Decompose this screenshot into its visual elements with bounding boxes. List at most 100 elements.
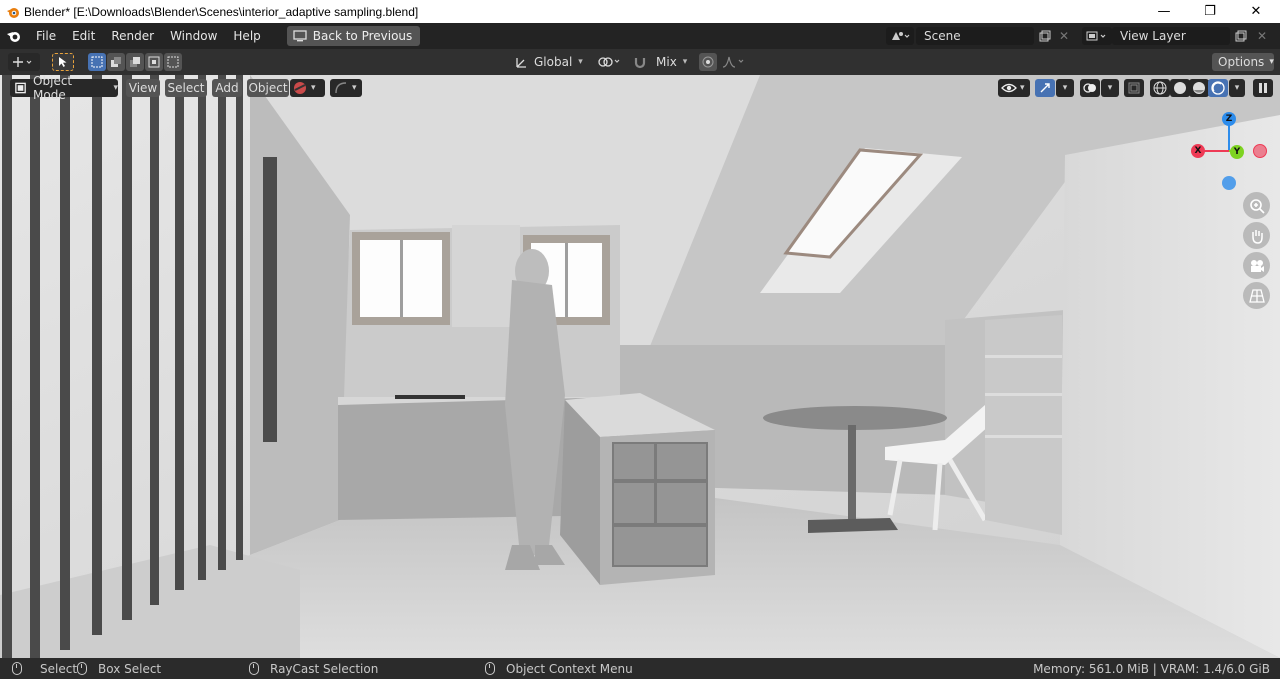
back-to-previous-button[interactable]: Back to Previous (286, 26, 421, 46)
gizmo-neg-z-axis[interactable] (1222, 176, 1236, 190)
visibility-dropdown[interactable]: ▾ (998, 79, 1030, 97)
back-screen-icon (293, 30, 307, 42)
mode-dropdown[interactable]: Object Mode ▾ (10, 74, 118, 102)
solid-shading-icon[interactable] (1170, 79, 1190, 97)
shading-options-chevron-icon[interactable]: ▾ (1229, 79, 1245, 97)
pan-hand-icon[interactable] (1243, 222, 1270, 249)
status-select-label: Select (40, 661, 78, 676)
status-bar: Select Box Select RayCast Selection Obje… (0, 658, 1280, 679)
chevron-down-icon: ▾ (311, 83, 316, 93)
status-box-select: Box Select (77, 662, 161, 676)
material-sphere-icon (294, 82, 306, 94)
gizmo-curve-dropdown[interactable]: ▾ (330, 79, 362, 97)
options-dropdown[interactable]: Options ▾ (1212, 53, 1274, 71)
menu-view[interactable]: View (126, 79, 160, 97)
delete-view-layer-icon[interactable]: ✕ (1252, 27, 1272, 45)
select-cursor-icon[interactable] (52, 53, 74, 71)
snap-mode-label: Mix (656, 55, 677, 69)
menu-object[interactable]: Object (247, 79, 289, 97)
status-box-select-label: Box Select (98, 661, 162, 676)
mouse-drag-icon (77, 662, 87, 675)
minimize-button[interactable]: — (1141, 0, 1187, 23)
window-titlebar: Blender* [E:\Downloads\Blender\Scenes\in… (0, 0, 1280, 23)
global-axes-icon (516, 58, 526, 68)
left-mouse-icon (12, 662, 22, 675)
gizmo-y-axis[interactable]: Y (1230, 145, 1244, 159)
menu-select[interactable]: Select (165, 79, 207, 97)
scene-browse-icon[interactable] (886, 27, 914, 45)
material-shading-icon[interactable] (1189, 79, 1209, 97)
chevron-down-icon: ▾ (1020, 83, 1025, 93)
gizmo-neg-x-axis[interactable] (1253, 144, 1267, 158)
window-title: Blender* [E:\Downloads\Blender\Scenes\in… (24, 4, 419, 19)
select-subtract-icon[interactable] (126, 53, 144, 71)
falloff-dropdown[interactable] (719, 53, 749, 71)
orientation-label: Global (534, 55, 573, 69)
status-raycast: RayCast Selection (249, 662, 378, 676)
status-raycast-label: RayCast Selection (270, 661, 379, 676)
perspective-grid-icon[interactable] (1243, 282, 1270, 309)
material-preview-dropdown[interactable]: ▾ (290, 79, 325, 97)
overlays-icon[interactable] (1080, 79, 1100, 97)
blender-logo-icon (7, 7, 19, 18)
select-intersect-icon[interactable] (164, 53, 182, 71)
blender-menu-icon[interactable] (0, 23, 28, 49)
view-layer-browse-icon[interactable] (1082, 27, 1112, 45)
gizmo-z-axis[interactable]: Z (1222, 112, 1236, 126)
orientation-dropdown[interactable]: Global ▾ (510, 53, 586, 71)
view-layer-name: View Layer (1120, 29, 1186, 43)
status-context-menu: Object Context Menu (485, 662, 633, 676)
zoom-icon[interactable] (1243, 192, 1270, 219)
curve-icon (335, 82, 347, 94)
menu-add[interactable]: Add (212, 79, 242, 97)
maximize-button[interactable]: ❐ (1187, 0, 1233, 23)
select-extend-icon[interactable] (107, 53, 125, 71)
select-new-icon[interactable] (88, 53, 106, 71)
options-label: Options (1218, 55, 1265, 69)
chevron-down-icon: ▾ (352, 83, 357, 93)
xray-icon[interactable] (1124, 79, 1144, 97)
3d-viewport[interactable] (0, 75, 1280, 658)
menu-help[interactable]: Help (225, 26, 268, 46)
status-context-menu-label: Object Context Menu (506, 661, 633, 676)
menu-render[interactable]: Render (103, 26, 162, 46)
rendered-interior-scene (0, 75, 1280, 658)
new-scene-icon[interactable] (1035, 27, 1055, 45)
proportional-editing-icon[interactable] (699, 53, 717, 71)
tool-header: Global ▾ Mix ▾ Options ▾ (0, 49, 1280, 75)
overlays-chevron-icon[interactable]: ▾ (1101, 79, 1119, 97)
menu-window[interactable]: Window (162, 26, 225, 46)
middle-mouse-icon (249, 662, 259, 675)
view-layer-field[interactable]: View Layer (1112, 27, 1230, 45)
scene-name-field[interactable]: Scene (916, 27, 1034, 45)
snap-magnet-icon[interactable] (631, 53, 649, 71)
eye-icon (1001, 83, 1017, 93)
pivot-point-dropdown[interactable] (594, 53, 624, 71)
chevron-down-icon: ▾ (578, 57, 583, 67)
pause-render-icon[interactable] (1253, 79, 1273, 97)
new-view-layer-icon[interactable] (1231, 27, 1251, 45)
menu-file[interactable]: File (28, 26, 64, 46)
chevron-down-icon: ▾ (1269, 57, 1274, 67)
select-invert-icon[interactable] (145, 53, 163, 71)
menu-edit[interactable]: Edit (64, 26, 103, 46)
object-mode-icon (15, 82, 26, 94)
chevron-down-icon: ▾ (113, 83, 118, 93)
wireframe-shading-icon[interactable] (1150, 79, 1170, 97)
back-to-previous-label: Back to Previous (312, 29, 413, 43)
camera-view-icon[interactable] (1243, 252, 1270, 279)
delete-scene-icon[interactable]: ✕ (1054, 27, 1074, 45)
mode-label: Object Mode (33, 74, 73, 102)
viewport-header: Object Mode ▾ View Select Add Object ▾ ▾… (0, 74, 1280, 102)
snap-mode-dropdown[interactable]: Mix ▾ (652, 53, 694, 71)
gizmo-toggle-icon[interactable] (1035, 79, 1055, 97)
close-button[interactable]: ✕ (1233, 0, 1279, 23)
rendered-shading-icon[interactable] (1208, 79, 1228, 97)
chevron-down-icon: ▾ (682, 57, 688, 67)
link-icon (598, 57, 620, 67)
status-select: Select (12, 662, 77, 676)
transform-pivot-icon[interactable] (8, 53, 40, 71)
gizmo-options-chevron-icon[interactable]: ▾ (1056, 79, 1074, 97)
memory-readout: Memory: 561.0 MiB | VRAM: 1.4/6.0 GiB (1033, 661, 1270, 676)
gizmo-x-axis[interactable]: X (1191, 144, 1205, 158)
